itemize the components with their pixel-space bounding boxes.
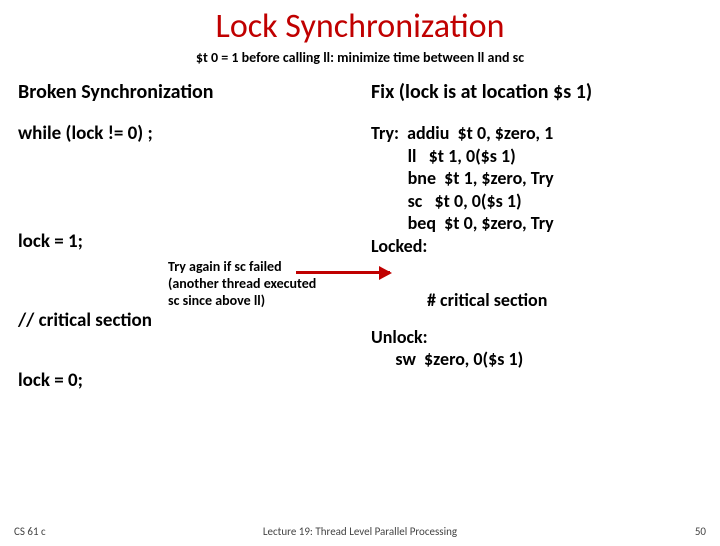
content-columns: Broken Synchronization while (lock != 0)… — [0, 66, 720, 399]
arrow-icon — [296, 271, 390, 274]
right-heading: Fix (lock is at location $s 1) — [371, 80, 702, 104]
right-column: Fix (lock is at location $s 1) Try: addi… — [371, 80, 702, 399]
code-critical: // critical section — [18, 309, 349, 333]
code-while: while (lock != 0) ; — [18, 122, 349, 146]
footer: CS 61 c Lecture 19: Thread Level Paralle… — [0, 525, 720, 538]
left-column: Broken Synchronization while (lock != 0)… — [18, 80, 349, 399]
annotation-note: Try again if sc failed (another thread e… — [168, 258, 316, 309]
spacer — [18, 152, 349, 230]
note-l3d: ) — [261, 292, 265, 309]
note-l1c: failed — [246, 258, 282, 275]
subtitle-sc: sc — [513, 49, 524, 66]
left-heading: Broken Synchronization — [18, 80, 349, 104]
footer-center: Lecture 19: Thread Level Parallel Proces… — [0, 525, 720, 538]
footer-page-number: 50 — [695, 525, 706, 538]
note-l1a: Try again if — [168, 258, 234, 275]
note-l3b: since above — [179, 292, 253, 309]
note-sc: sc — [234, 258, 245, 275]
code-lock0: lock = 0; — [18, 369, 349, 393]
subtitle-mid: : minimize time between — [330, 49, 477, 66]
note-l2: (another thread executed — [168, 275, 316, 292]
slide-title: Lock Synchronization — [0, 6, 720, 47]
code-critical-right: # critical section — [371, 289, 702, 312]
slide-subtitle: $t 0 = 1 before calling ll: minimize tim… — [0, 49, 720, 66]
code-unlock: Unlock: sw $zero, 0($s 1) — [371, 326, 702, 371]
code-try-block: Try: addiu $t 0, $zero, 1 ll $t 1, 0($s … — [371, 122, 702, 257]
code-lock1: lock = 1; — [18, 230, 349, 254]
spacer — [18, 339, 349, 369]
slide: Lock Synchronization $t 0 = 1 before cal… — [0, 6, 720, 546]
subtitle-and: and — [484, 49, 512, 66]
note-sc2: sc — [168, 292, 179, 309]
subtitle-prefix: $t 0 = 1 before calling — [196, 49, 323, 66]
footer-left: CS 61 c — [14, 525, 46, 538]
note-ll: ll — [254, 292, 261, 309]
